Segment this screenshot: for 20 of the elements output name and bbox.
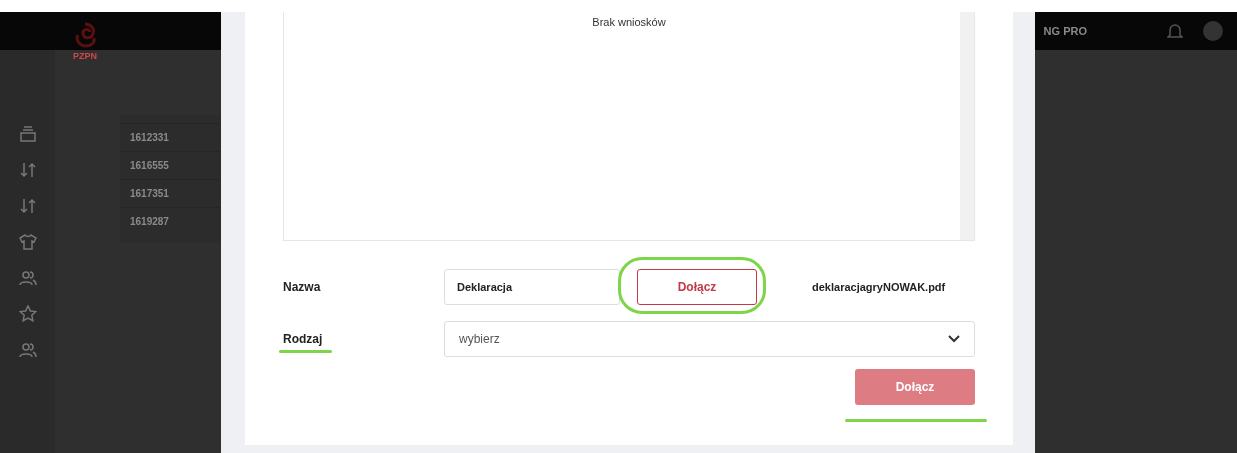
file-name: deklaracjagryNOWAK.pdf (812, 281, 946, 293)
scrollbar[interactable] (960, 12, 974, 240)
underline-mark (279, 350, 332, 353)
sort-icon[interactable] (18, 197, 37, 215)
bell-icon[interactable] (1167, 22, 1183, 40)
attach-button[interactable]: Dołącz (637, 269, 757, 305)
header-text: NG PRO (1043, 25, 1087, 37)
logo-text: PZPN (73, 51, 97, 61)
name-input[interactable]: Deklaracja (444, 269, 620, 305)
name-label: Nazwa (283, 280, 322, 294)
users-icon[interactable] (18, 269, 37, 287)
sort-icon[interactable] (18, 161, 37, 179)
shirt-icon[interactable] (18, 233, 37, 251)
star-icon[interactable] (18, 305, 37, 323)
chevron-down-icon (948, 335, 960, 343)
type-select[interactable]: wybierz (444, 321, 975, 357)
empty-message: Brak wniosków (592, 16, 666, 30)
users-icon[interactable] (18, 341, 37, 359)
type-label: Rodzaj (283, 332, 323, 346)
tray-icon[interactable] (18, 125, 37, 143)
